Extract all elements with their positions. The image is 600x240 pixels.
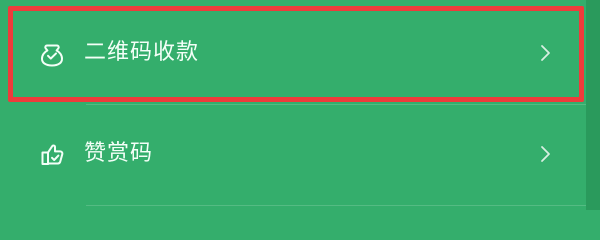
payment-menu: 二维码收款 赞赏码 [0, 0, 586, 210]
divider [86, 104, 586, 105]
divider [86, 205, 586, 206]
menu-item-label: 二维码收款 [84, 40, 200, 65]
chevron-right-icon [540, 145, 552, 163]
thumbs-up-icon [38, 140, 66, 168]
menu-item-label: 赞赏码 [84, 141, 154, 166]
chevron-right-icon [540, 44, 552, 62]
money-bag-icon [38, 39, 66, 67]
menu-item-reward-code[interactable]: 赞赏码 [0, 109, 586, 199]
menu-item-qr-payment[interactable]: 二维码收款 [0, 8, 586, 98]
right-edge-strip [586, 0, 600, 210]
